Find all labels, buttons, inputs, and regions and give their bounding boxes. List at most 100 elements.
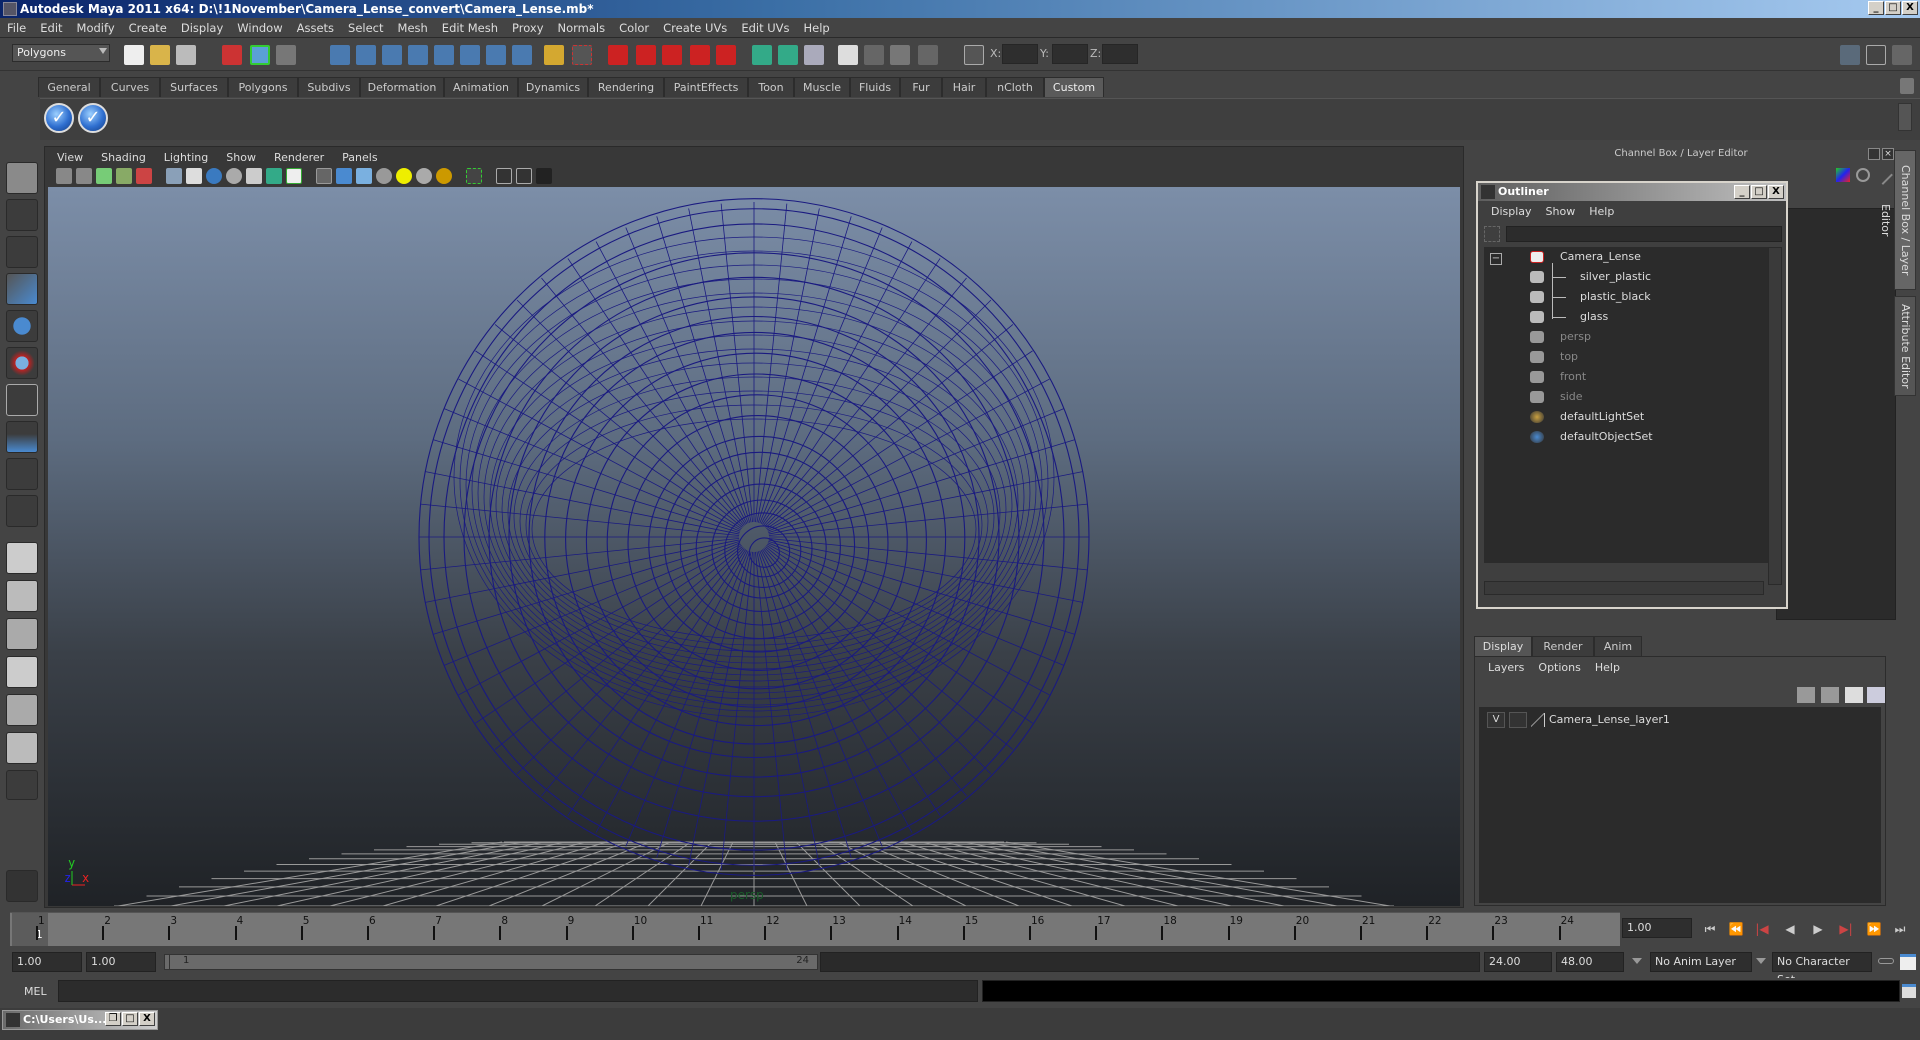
ipr-render-icon[interactable] [890,45,910,65]
viewport-menu-lighting[interactable]: Lighting [155,151,217,164]
layer-display-type-toggle[interactable] [1509,712,1527,728]
menu-select[interactable]: Select [341,21,390,35]
more-layouts-chevron-icon[interactable] [6,770,38,800]
render-settings-icon[interactable] [918,45,938,65]
command-input[interactable] [58,980,978,1002]
check-icon[interactable]: ✓ [78,103,108,133]
snap-view-plane-icon[interactable] [690,45,710,65]
outliner-maximize-button[interactable]: □ [1751,185,1767,199]
save-scene-icon[interactable] [176,45,196,65]
select-misc-icon[interactable] [512,45,532,65]
snap-curve-icon[interactable] [636,45,656,65]
attribute-editor-toggle-icon[interactable] [1840,45,1860,65]
float-panel-icon[interactable] [1868,148,1880,160]
render-frame-icon[interactable] [864,45,884,65]
check-icon[interactable]: ✓ [44,103,74,133]
input-ops-icon[interactable] [752,45,772,65]
move-layer-up-icon[interactable] [1797,687,1815,703]
viewport-menu-panels[interactable]: Panels [333,151,386,164]
shelf-tab-curves[interactable]: Curves [100,77,160,97]
shelf-tab-painteffects[interactable]: PaintEffects [664,77,748,97]
maximize-button[interactable]: □ [1885,1,1901,15]
layer-row[interactable]: V Camera_Lense_layer1 [1483,711,1877,729]
key-icon[interactable] [1878,958,1894,964]
step-back-key-button[interactable]: ⏪ [1726,922,1746,936]
play-backward-button[interactable]: ◀ [1780,922,1800,936]
image-plane-icon[interactable] [116,168,132,184]
layer-color-swatch[interactable] [1531,713,1545,727]
shelf-tab-hair[interactable]: Hair [942,77,986,97]
hypershade-persp-layout-icon[interactable] [6,694,38,726]
select-handles-icon[interactable] [330,45,350,65]
highlight-selection-icon[interactable] [572,45,592,65]
move-tool-icon[interactable] [6,273,38,305]
outliner-item[interactable]: defaultLightSet [1484,407,1764,427]
show-manipulator-icon[interactable] [6,458,38,490]
maximize-button[interactable]: □ [122,1012,138,1026]
safe-action-icon[interactable] [266,168,282,184]
textured-icon[interactable] [376,168,392,184]
viewport-menu-view[interactable]: View [48,151,92,164]
four-view-layout-icon[interactable] [6,580,38,612]
select-component-icon[interactable] [276,45,296,65]
menu-edit-uvs[interactable]: Edit UVs [734,21,796,35]
layer-tab-anim[interactable]: Anim [1594,636,1642,656]
layer-menu-help[interactable]: Help [1588,661,1627,674]
resolution-gate-icon[interactable] [206,168,222,184]
display-mode-icon[interactable] [1856,168,1870,182]
minimized-window[interactable]: C:\Users\Us... ❐ □ X [2,1010,158,1030]
outliner-title-bar[interactable]: Outliner _ □ X [1478,183,1786,201]
wireframe-icon[interactable] [316,168,332,184]
step-forward-frame-button[interactable]: ▶| [1836,922,1856,936]
manipulator-axes-icon[interactable] [1836,168,1850,182]
outliner-vertical-scrollbar[interactable] [1768,247,1782,585]
default-light-icon[interactable] [396,168,412,184]
shelf-tab-muscle[interactable]: Muscle [794,77,850,97]
xray-joints-icon[interactable] [516,168,532,184]
viewport-menu-show[interactable]: Show [217,151,265,164]
close-button[interactable]: X [1902,1,1918,15]
menu-set-dropdown[interactable]: Polygons [12,44,110,62]
command-language-toggle[interactable]: MEL [24,985,47,998]
shelf-tab-fluids[interactable]: Fluids [850,77,900,97]
safe-title-icon[interactable] [286,168,302,184]
perspective-viewport[interactable]: y z x persp [48,187,1460,906]
bookmark-icon[interactable] [96,168,112,184]
outliner-filter-field[interactable] [1506,226,1782,242]
snap-point-icon[interactable] [662,45,682,65]
playback-end-field[interactable]: 24.00 [1484,952,1552,972]
z-field[interactable] [1102,44,1138,64]
playback-start-field[interactable]: 1.00 [86,952,156,972]
menu-file[interactable]: File [0,21,33,35]
tool-settings-toggle-icon[interactable] [1866,45,1886,65]
menu-help[interactable]: Help [797,21,837,35]
range-slider-start-handle[interactable] [169,955,179,969]
layer-tab-render[interactable]: Render [1532,636,1594,656]
camera-select-icon[interactable] [56,168,72,184]
time-slider[interactable]: 1 1 2 3 4 5 6 7 8 9 10 11 12 13 14 15 16 17 18 19 20 21 22 23 2… [10,912,1620,946]
chevron-down-icon[interactable] [1756,958,1766,964]
outliner-item[interactable]: plastic_black [1484,287,1764,307]
shelf-tab-animation[interactable]: Animation [444,77,518,97]
outliner-close-button[interactable]: X [1768,185,1784,199]
outliner-item[interactable]: persp [1484,327,1764,347]
outliner-menu-show[interactable]: Show [1539,205,1583,218]
menu-normals[interactable]: Normals [551,21,613,35]
select-joints-icon[interactable] [356,45,376,65]
viewport-menu-renderer[interactable]: Renderer [265,151,333,164]
last-tool-used-icon[interactable] [6,495,38,527]
shelf-tab-ncloth[interactable]: nCloth [986,77,1044,97]
outliner-item[interactable]: silver_plastic [1484,267,1764,287]
outliner-item[interactable]: glass [1484,307,1764,327]
select-hierarchy-icon[interactable] [222,45,242,65]
select-dynamics-icon[interactable] [460,45,480,65]
menu-proxy[interactable]: Proxy [505,21,551,35]
single-perspective-layout-icon[interactable] [6,542,38,574]
shelf-scroll-buttons[interactable] [1898,103,1912,131]
layer-menu-options[interactable]: Options [1531,661,1587,674]
lock-selection-icon[interactable] [544,45,564,65]
menu-edit[interactable]: Edit [33,21,69,35]
new-layer-from-selected-icon[interactable] [1867,687,1885,703]
layer-name[interactable]: Camera_Lense_layer1 [1549,711,1670,729]
gate-mask-icon[interactable] [226,168,242,184]
